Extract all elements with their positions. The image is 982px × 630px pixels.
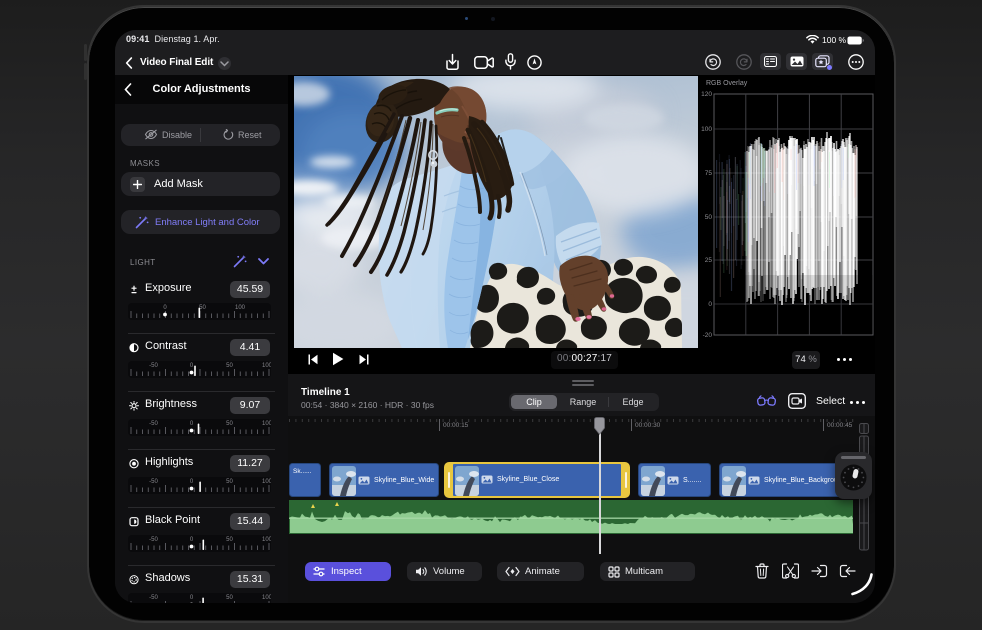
svg-text:100: 100 [262, 363, 271, 369]
svg-text:-50: -50 [149, 595, 158, 601]
svg-text:100: 100 [701, 126, 712, 133]
svg-text:00:00:30: 00:00:30 [635, 422, 661, 429]
svg-text:0: 0 [708, 301, 712, 308]
svg-text:-50: -50 [149, 537, 158, 543]
svg-text:0: 0 [190, 479, 194, 485]
svg-text:100: 100 [262, 595, 271, 601]
svg-text:100: 100 [235, 305, 246, 311]
svg-text:-20: -20 [703, 332, 713, 339]
svg-text:25: 25 [705, 257, 713, 264]
svg-text:50: 50 [226, 479, 233, 485]
svg-text:50: 50 [226, 595, 233, 601]
svg-text:-50: -50 [149, 421, 158, 427]
svg-text:75: 75 [705, 170, 713, 177]
svg-text:-50: -50 [149, 479, 158, 485]
svg-text:50: 50 [705, 214, 713, 221]
svg-text:120: 120 [701, 91, 712, 98]
svg-text:0: 0 [190, 537, 194, 543]
svg-text:00:00:45: 00:00:45 [827, 422, 853, 429]
svg-text:-50: -50 [149, 363, 158, 369]
svg-text:0: 0 [190, 421, 194, 427]
svg-text:100: 100 [262, 479, 271, 485]
svg-text:50: 50 [226, 421, 233, 427]
svg-text:0: 0 [163, 305, 167, 311]
svg-text:00:00:15: 00:00:15 [443, 422, 469, 429]
svg-text:0: 0 [190, 595, 194, 601]
svg-text:100: 100 [262, 537, 271, 543]
svg-text:50: 50 [226, 537, 233, 543]
svg-text:100: 100 [262, 421, 271, 427]
svg-text:0: 0 [190, 363, 194, 369]
svg-text:50: 50 [226, 363, 233, 369]
svg-text:50: 50 [199, 305, 206, 311]
